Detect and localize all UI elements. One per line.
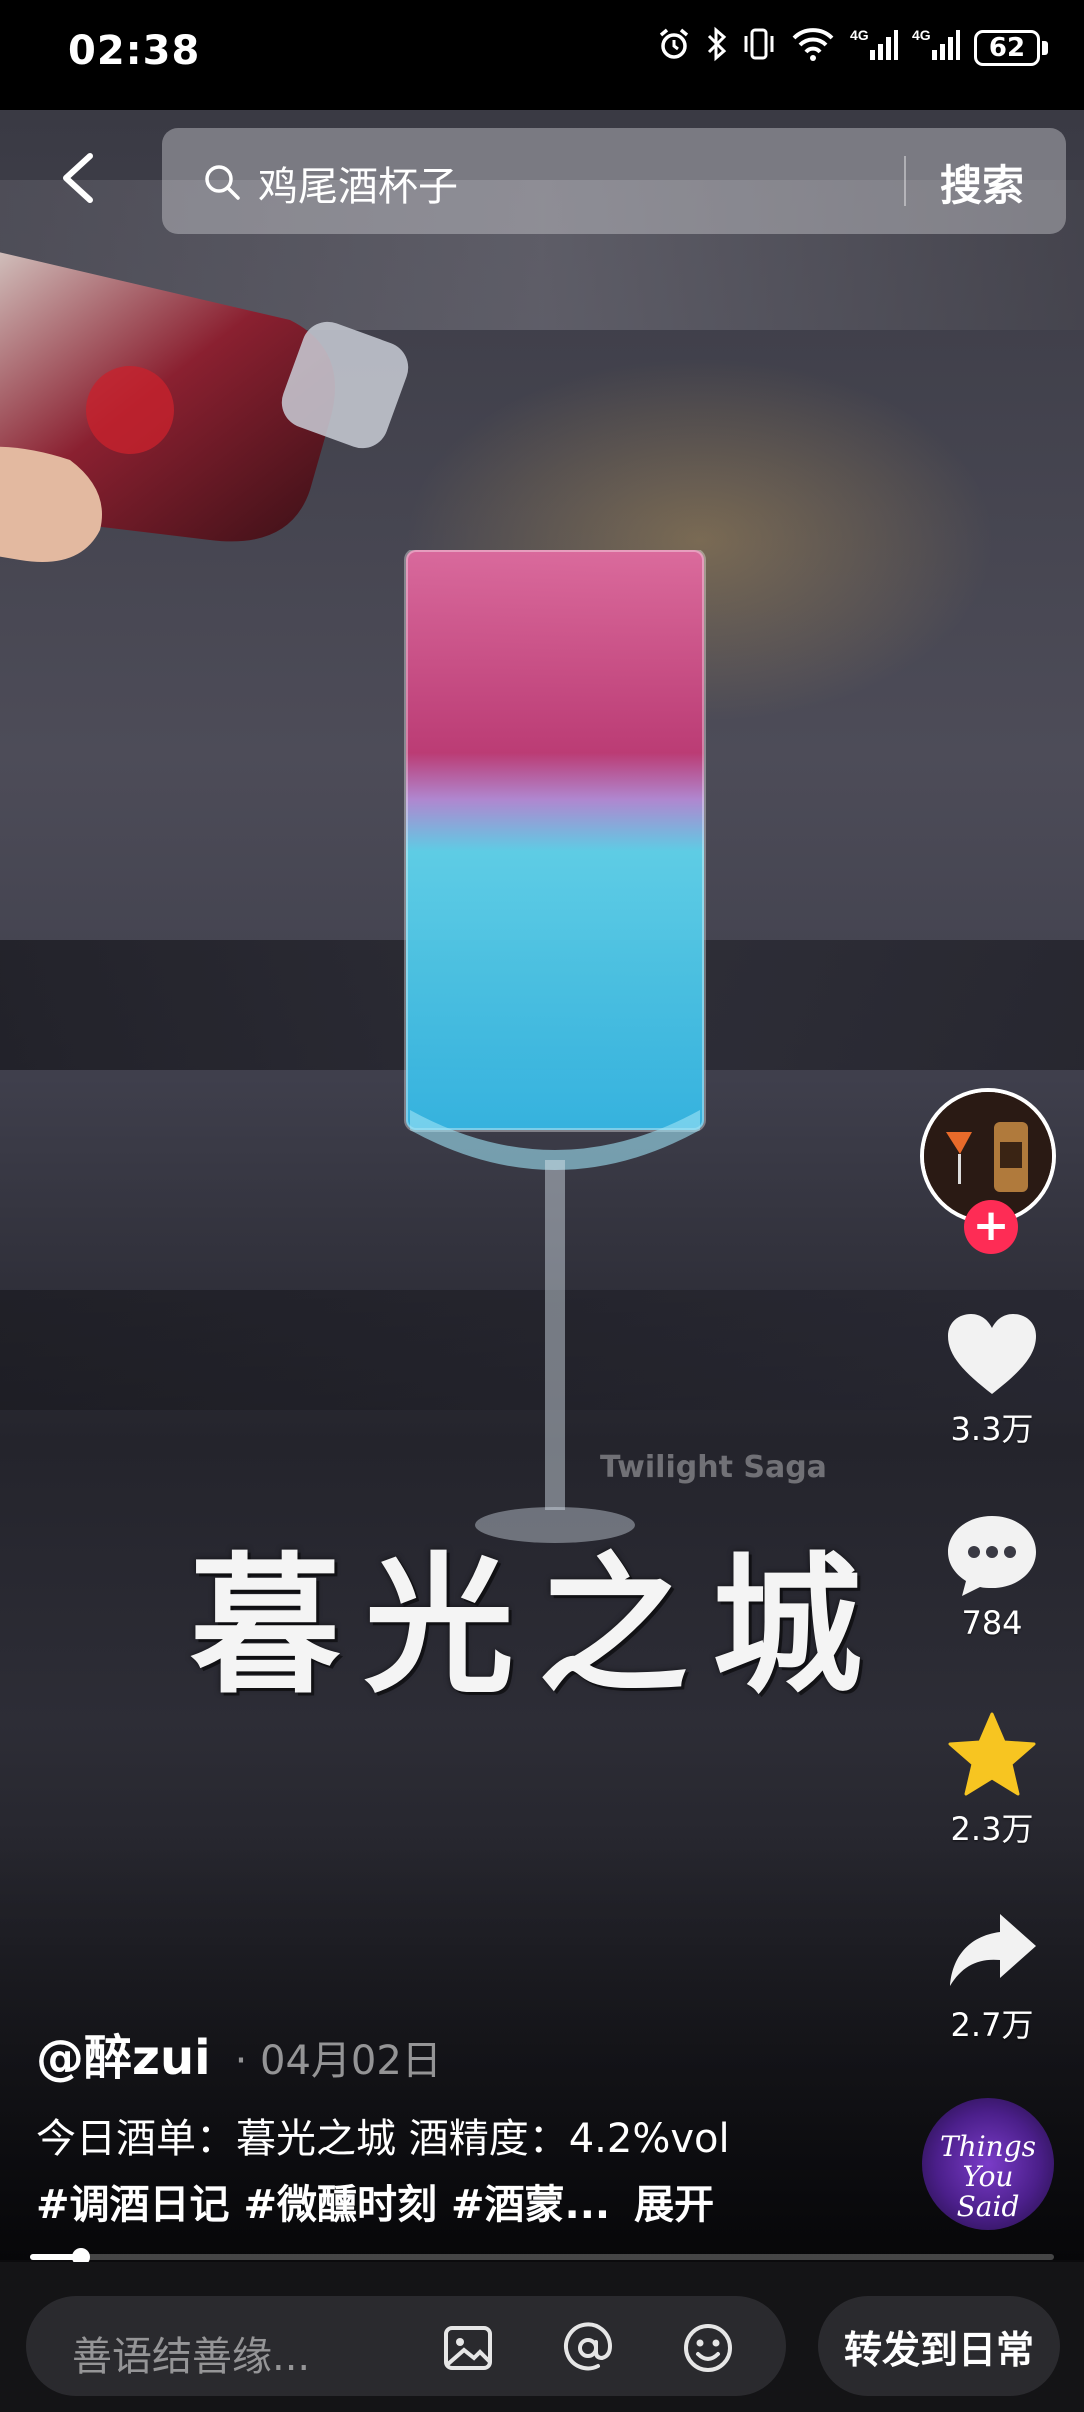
favorite-count: 2.3万 — [950, 1810, 1034, 1848]
status-icons: 4G 4G 62 — [656, 26, 1048, 70]
post-date: · 04月02日 — [234, 2038, 442, 2084]
share-arrow-icon — [950, 1914, 1036, 1986]
cocktail-glass-image — [404, 550, 706, 1543]
bottle-image — [0, 252, 409, 562]
video-subtitle-overlay: Twilight Saga — [600, 1450, 827, 1485]
search-bar[interactable]: 鸡尾酒杯子 搜索 — [162, 128, 1066, 234]
hashtag-link[interactable]: #调酒日记 — [36, 2172, 230, 2230]
like-count: 3.3万 — [950, 1410, 1034, 1448]
emoji-icon[interactable] — [680, 2320, 736, 2376]
author-name[interactable]: @醉zui — [36, 2018, 211, 2088]
signal-icon-sim2: 4G — [912, 26, 960, 70]
video-description: 今日酒单：暮光之城 酒精度：4.2%vol — [36, 2116, 730, 2162]
share-count: 2.7万 — [950, 2006, 1034, 2044]
share-to-daily-button[interactable]: 转发到日常 — [818, 2296, 1060, 2396]
battery-tip — [1042, 41, 1048, 55]
hashtag-link[interactable]: #酒蒙... — [451, 2172, 610, 2230]
vibrate-icon — [742, 26, 776, 70]
author-row: @醉zui · 04月02日 — [36, 2018, 896, 2088]
signal-icon-sim1: 4G — [850, 26, 898, 70]
battery-indicator: 62 — [974, 30, 1048, 66]
comment-input[interactable]: 善语结善缘... — [72, 2324, 310, 2382]
battery-level: 62 — [974, 30, 1040, 66]
video-progress-bar[interactable] — [30, 2248, 1054, 2266]
share-button[interactable]: 2.7万 — [916, 1906, 1068, 2046]
status-time: 02:38 — [68, 28, 201, 74]
heart-icon — [948, 1314, 1036, 1394]
expand-button[interactable]: 展开 — [634, 2172, 714, 2230]
hashtag-row: #调酒日记 #微醺时刻 #酒蒙... 展开 — [36, 2172, 896, 2230]
status-bar: 02:38 4G 4G 62 — [0, 0, 1084, 110]
hashtag-link[interactable]: #微醺时刻 — [244, 2172, 438, 2230]
star-icon — [948, 1712, 1036, 1796]
bottom-bar: 善语结善缘... 转发到日常 — [0, 2262, 1084, 2412]
search-input[interactable]: 鸡尾酒杯子 — [258, 154, 458, 212]
search-icon — [205, 165, 240, 200]
video-caption: @醉zui · 04月02日 今日酒单：暮光之城 酒精度：4.2%vol #调酒… — [36, 2018, 896, 2230]
svg-text:4G: 4G — [850, 27, 869, 43]
follow-button[interactable]: + — [964, 1200, 1018, 1254]
image-icon[interactable] — [440, 2320, 496, 2376]
comment-icon — [948, 1516, 1036, 1596]
bluetooth-icon — [706, 26, 728, 70]
like-button[interactable]: 3.3万 — [916, 1310, 1068, 1450]
comment-box[interactable]: 善语结善缘... — [26, 2296, 786, 2396]
video-title-overlay: 暮光之城 — [190, 1540, 887, 1714]
comment-button[interactable]: 784 — [916, 1510, 1068, 1642]
music-disc[interactable]: Things You Said — [922, 2098, 1054, 2230]
back-icon[interactable] — [50, 148, 110, 208]
wifi-icon — [790, 26, 836, 70]
svg-text:4G: 4G — [912, 27, 931, 43]
search-divider — [904, 156, 906, 206]
comment-count: 784 — [961, 1604, 1023, 1642]
alarm-icon — [656, 26, 692, 70]
music-disc-title: Things You Said — [940, 2130, 1036, 2223]
at-mention-icon[interactable] — [560, 2320, 616, 2376]
favorite-button[interactable]: 2.3万 — [916, 1710, 1068, 1850]
top-search-row: 鸡尾酒杯子 搜索 — [0, 128, 1084, 236]
search-button[interactable]: 搜索 — [940, 152, 1024, 213]
